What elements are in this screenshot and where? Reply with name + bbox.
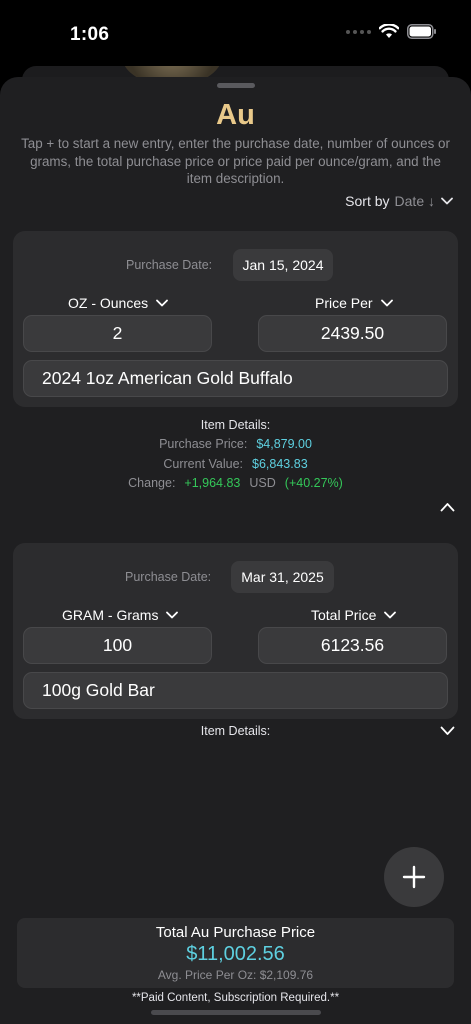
unit-label: GRAM - Grams bbox=[62, 607, 159, 623]
purchase-price-row: Purchase Price: $4,879.00 bbox=[0, 437, 471, 451]
chevron-down-icon bbox=[384, 611, 397, 619]
chevron-up-icon[interactable] bbox=[440, 502, 455, 512]
price-mode-picker[interactable]: Price Per bbox=[315, 295, 393, 311]
current-value-value: $6,843.83 bbox=[252, 457, 308, 471]
plus-icon bbox=[402, 865, 426, 889]
status-time: 1:06 bbox=[70, 24, 110, 45]
purchase-date-picker[interactable]: Jan 15, 2024 bbox=[233, 249, 333, 281]
purchase-date-label: Purchase Date: bbox=[125, 570, 212, 584]
sheet-grabber[interactable] bbox=[217, 83, 255, 88]
entry-card: Purchase Date: Mar 31, 2025 GRAM - Grams… bbox=[13, 543, 458, 719]
change-row: Change: +1,964.83 USD (+40.27%) bbox=[0, 476, 471, 490]
price-field[interactable]: 2439.50 bbox=[258, 315, 447, 352]
item-details-header: Item Details: bbox=[200, 724, 271, 738]
sort-label: Sort by bbox=[345, 193, 390, 209]
total-label: Total Au Purchase Price bbox=[155, 924, 316, 941]
current-value-label: Current Value: bbox=[163, 457, 244, 471]
cellular-signal-icon bbox=[346, 29, 371, 34]
wifi-icon bbox=[379, 24, 399, 38]
quantity-field[interactable]: 100 bbox=[23, 627, 212, 664]
quantity-field[interactable]: 2 bbox=[23, 315, 212, 352]
purchase-date-label: Purchase Date: bbox=[126, 258, 213, 272]
total-value: $11,002.56 bbox=[186, 943, 285, 965]
battery-icon bbox=[407, 24, 436, 39]
change-label: Change: bbox=[128, 476, 176, 490]
add-entry-button[interactable] bbox=[384, 847, 444, 907]
current-value-row: Current Value: $6,843.83 bbox=[0, 457, 471, 471]
unit-label: OZ - Ounces bbox=[68, 295, 149, 311]
purchase-price-value: $4,879.00 bbox=[256, 437, 312, 451]
price-mode-picker[interactable]: Total Price bbox=[311, 607, 397, 623]
currency-label: USD bbox=[249, 476, 276, 490]
price-mode-label: Total Price bbox=[311, 607, 377, 623]
chevron-down-icon bbox=[156, 299, 169, 307]
description-field[interactable]: 100g Gold Bar bbox=[23, 672, 448, 709]
chevron-down-icon bbox=[441, 197, 453, 205]
status-icons bbox=[346, 24, 437, 39]
item-details-header: Item Details: bbox=[200, 418, 271, 432]
chevron-down-icon bbox=[166, 611, 179, 619]
unit-picker[interactable]: GRAM - Grams bbox=[62, 607, 179, 623]
chevron-down-icon bbox=[380, 299, 393, 307]
purchase-price-label: Purchase Price: bbox=[159, 437, 248, 451]
purchase-date-picker[interactable]: Mar 31, 2025 bbox=[231, 561, 334, 593]
chevron-down-icon[interactable] bbox=[440, 726, 455, 736]
price-field[interactable]: 6123.56 bbox=[258, 627, 447, 664]
sort-control[interactable]: Sort by Date ↓ bbox=[345, 193, 453, 209]
total-summary-card: Total Au Purchase Price $11,002.56 Avg. … bbox=[17, 918, 454, 988]
status-bar: 1:06 bbox=[0, 0, 471, 70]
sort-value: Date ↓ bbox=[394, 193, 435, 209]
avg-price-per-oz: Avg. Price Per Oz: $2,109.76 bbox=[157, 968, 314, 982]
sheet-title: Au bbox=[216, 99, 255, 131]
change-percent: (+40.27%) bbox=[284, 476, 343, 490]
price-mode-label: Price Per bbox=[315, 295, 373, 311]
home-indicator[interactable] bbox=[151, 1010, 321, 1015]
instructions-text: Tap + to start a new entry, enter the pu… bbox=[21, 136, 450, 186]
paid-content-note: **Paid Content, Subscription Required.** bbox=[131, 992, 340, 1004]
unit-picker[interactable]: OZ - Ounces bbox=[68, 295, 169, 311]
entry-card: Purchase Date: Jan 15, 2024 OZ - Ounces … bbox=[13, 231, 458, 407]
change-value: +1,964.83 bbox=[184, 476, 241, 490]
description-field[interactable]: 2024 1oz American Gold Buffalo bbox=[23, 360, 448, 397]
